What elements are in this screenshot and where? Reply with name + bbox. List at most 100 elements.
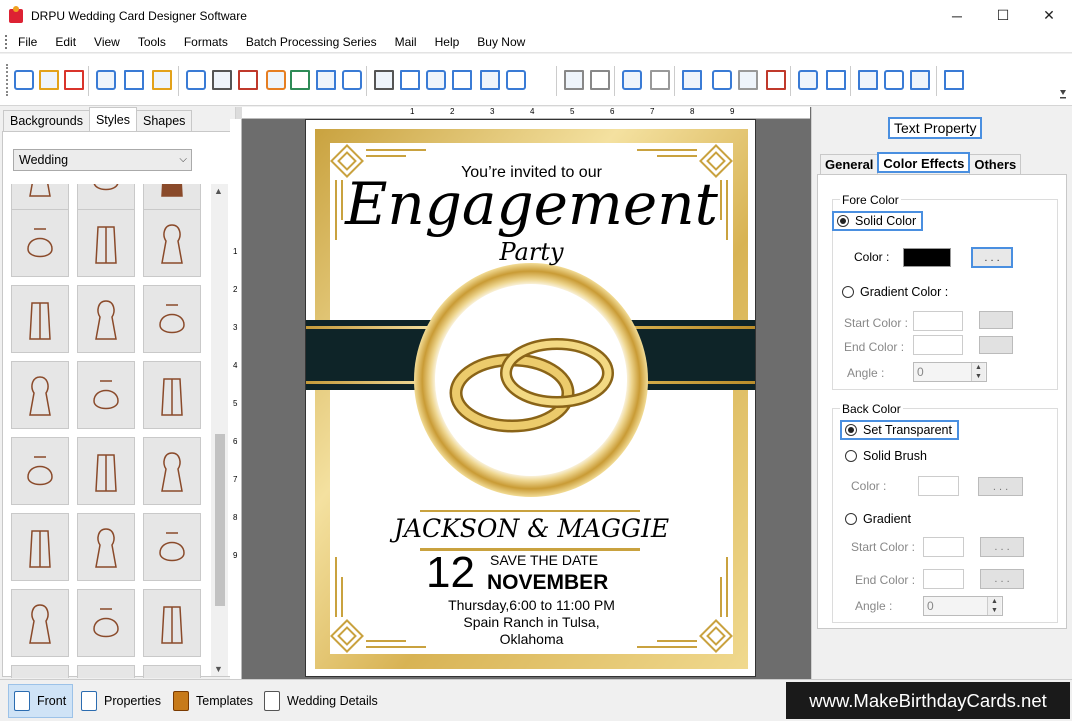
style-thumbnail[interactable]: [77, 513, 135, 581]
gift-icon[interactable]: [266, 70, 286, 90]
style-thumbnail[interactable]: [11, 589, 69, 657]
style-thumbnail[interactable]: [11, 209, 69, 277]
menu-tools[interactable]: Tools: [129, 31, 175, 53]
tab-wedding-details[interactable]: Wedding Details: [259, 684, 384, 718]
gradient-radio[interactable]: Gradient: [845, 512, 911, 526]
redo-icon[interactable]: [650, 70, 670, 90]
fit-icon[interactable]: [910, 70, 930, 90]
style-thumbnail[interactable]: [11, 665, 69, 678]
fore-start-color-button[interactable]: [979, 311, 1013, 329]
tab-backgrounds[interactable]: Backgrounds: [3, 110, 90, 131]
style-thumbnail[interactable]: [11, 184, 69, 210]
style-thumbnail[interactable]: [11, 285, 69, 353]
style-thumbnail[interactable]: [77, 361, 135, 429]
menu-formats[interactable]: Formats: [175, 31, 237, 53]
barcode-icon[interactable]: [374, 70, 394, 90]
copy-icon[interactable]: [712, 70, 732, 90]
signature-icon[interactable]: [452, 70, 472, 90]
scrollbar-thumb[interactable]: [215, 434, 225, 606]
thumbnails-scrollbar[interactable]: ▲ ▼: [211, 184, 228, 676]
style-thumbnail[interactable]: [143, 437, 201, 505]
card-headline[interactable]: Engagement: [306, 170, 755, 238]
solid-color-radio[interactable]: Solid Color: [832, 211, 924, 231]
scroll-down-icon[interactable]: ▼: [214, 664, 223, 674]
open-folder-icon[interactable]: [39, 70, 59, 90]
style-thumbnail[interactable]: [11, 437, 69, 505]
wedding-card[interactable]: You’re invited to our Engagement Party J…: [305, 119, 756, 677]
style-thumbnail[interactable]: [143, 513, 201, 581]
spinner-arrows-icon[interactable]: ▲ ▼: [987, 597, 1001, 615]
layers-icon[interactable]: [238, 70, 258, 90]
close-button[interactable]: ✕: [1026, 0, 1072, 31]
tab-properties[interactable]: Properties: [76, 684, 167, 718]
export-icon[interactable]: [152, 70, 172, 90]
menu-file[interactable]: File: [9, 31, 46, 53]
print-icon[interactable]: [212, 70, 232, 90]
database2-icon[interactable]: [590, 70, 610, 90]
fore-angle-spinner[interactable]: 0 ▲ ▼: [913, 362, 987, 382]
tab-front[interactable]: Front: [8, 684, 74, 718]
close-icon[interactable]: [64, 70, 84, 90]
menu-mail[interactable]: Mail: [386, 31, 426, 53]
fore-color-swatch[interactable]: [903, 248, 951, 267]
back-start-color-button[interactable]: . . .: [980, 537, 1024, 557]
toolbar-overflow-icon[interactable]: [1058, 58, 1068, 102]
new-file-icon[interactable]: [14, 70, 34, 90]
undo-icon[interactable]: [622, 70, 642, 90]
back-start-color-swatch[interactable]: [923, 537, 964, 557]
maximize-button[interactable]: ☐: [980, 0, 1026, 31]
style-thumbnail[interactable]: [143, 361, 201, 429]
actual-size-icon[interactable]: [884, 70, 904, 90]
mail-icon[interactable]: [480, 70, 500, 90]
wordart-icon[interactable]: [426, 70, 446, 90]
menu-batch-processing[interactable]: Batch Processing Series: [237, 31, 386, 53]
card-time[interactable]: Thursday,6:00 to 11:00 PM: [306, 597, 755, 613]
back-color-swatch[interactable]: [918, 476, 959, 496]
spinner-arrows-icon[interactable]: ▲ ▼: [971, 363, 985, 381]
card-venue-line2[interactable]: Oklahoma: [306, 631, 755, 647]
bring-front-icon[interactable]: [798, 70, 818, 90]
save-as-icon[interactable]: [124, 70, 144, 90]
style-thumbnail[interactable]: [77, 209, 135, 277]
style-thumbnail[interactable]: [77, 437, 135, 505]
style-thumbnail[interactable]: [77, 589, 135, 657]
style-thumbnail[interactable]: [77, 184, 135, 210]
solid-brush-radio[interactable]: Solid Brush: [845, 449, 927, 463]
line-icon[interactable]: [506, 70, 526, 90]
style-thumbnail[interactable]: [11, 513, 69, 581]
style-thumbnail[interactable]: [143, 665, 201, 678]
cut-icon[interactable]: [682, 70, 702, 90]
grid-icon[interactable]: [858, 70, 878, 90]
zoom-icon[interactable]: [944, 70, 964, 90]
paste-icon[interactable]: [738, 70, 758, 90]
text-icon[interactable]: [400, 70, 420, 90]
tab-shapes[interactable]: Shapes: [136, 110, 193, 131]
tab-templates[interactable]: Templates: [168, 684, 259, 718]
style-thumbnail[interactable]: [143, 285, 201, 353]
card-subheadline[interactable]: Party: [306, 238, 755, 266]
tab-styles[interactable]: Styles: [88, 107, 138, 131]
style-thumbnail[interactable]: [77, 285, 135, 353]
back-end-color-swatch[interactable]: [923, 569, 964, 589]
fore-end-color-button[interactable]: [979, 336, 1013, 354]
style-thumbnail[interactable]: [11, 361, 69, 429]
set-transparent-radio[interactable]: Set Transparent: [840, 420, 959, 440]
style-thumbnail[interactable]: [143, 589, 201, 657]
fore-start-color-swatch[interactable]: [913, 311, 963, 331]
back-end-color-button[interactable]: . . .: [980, 569, 1024, 589]
scroll-up-icon[interactable]: ▲: [214, 186, 223, 196]
card-venue-line1[interactable]: Spain Ranch in Tulsa,: [306, 614, 755, 630]
style-thumbnail[interactable]: [143, 209, 201, 277]
menu-buy-now[interactable]: Buy Now: [468, 31, 534, 53]
card-month[interactable]: NOVEMBER: [487, 571, 608, 595]
fore-color-picker-button[interactable]: . . .: [971, 247, 1013, 268]
gradient-color-radio[interactable]: Gradient Color :: [842, 285, 948, 299]
tab-others[interactable]: Others: [969, 154, 1022, 174]
style-thumbnail[interactable]: [77, 665, 135, 678]
menu-view[interactable]: View: [85, 31, 129, 53]
back-color-picker-button[interactable]: . . .: [978, 477, 1023, 496]
menu-edit[interactable]: Edit: [46, 31, 85, 53]
send-back-icon[interactable]: [826, 70, 846, 90]
card-names[interactable]: JACKSON & MAGGIE: [306, 514, 755, 543]
back-angle-spinner[interactable]: 0 ▲ ▼: [923, 596, 1003, 616]
